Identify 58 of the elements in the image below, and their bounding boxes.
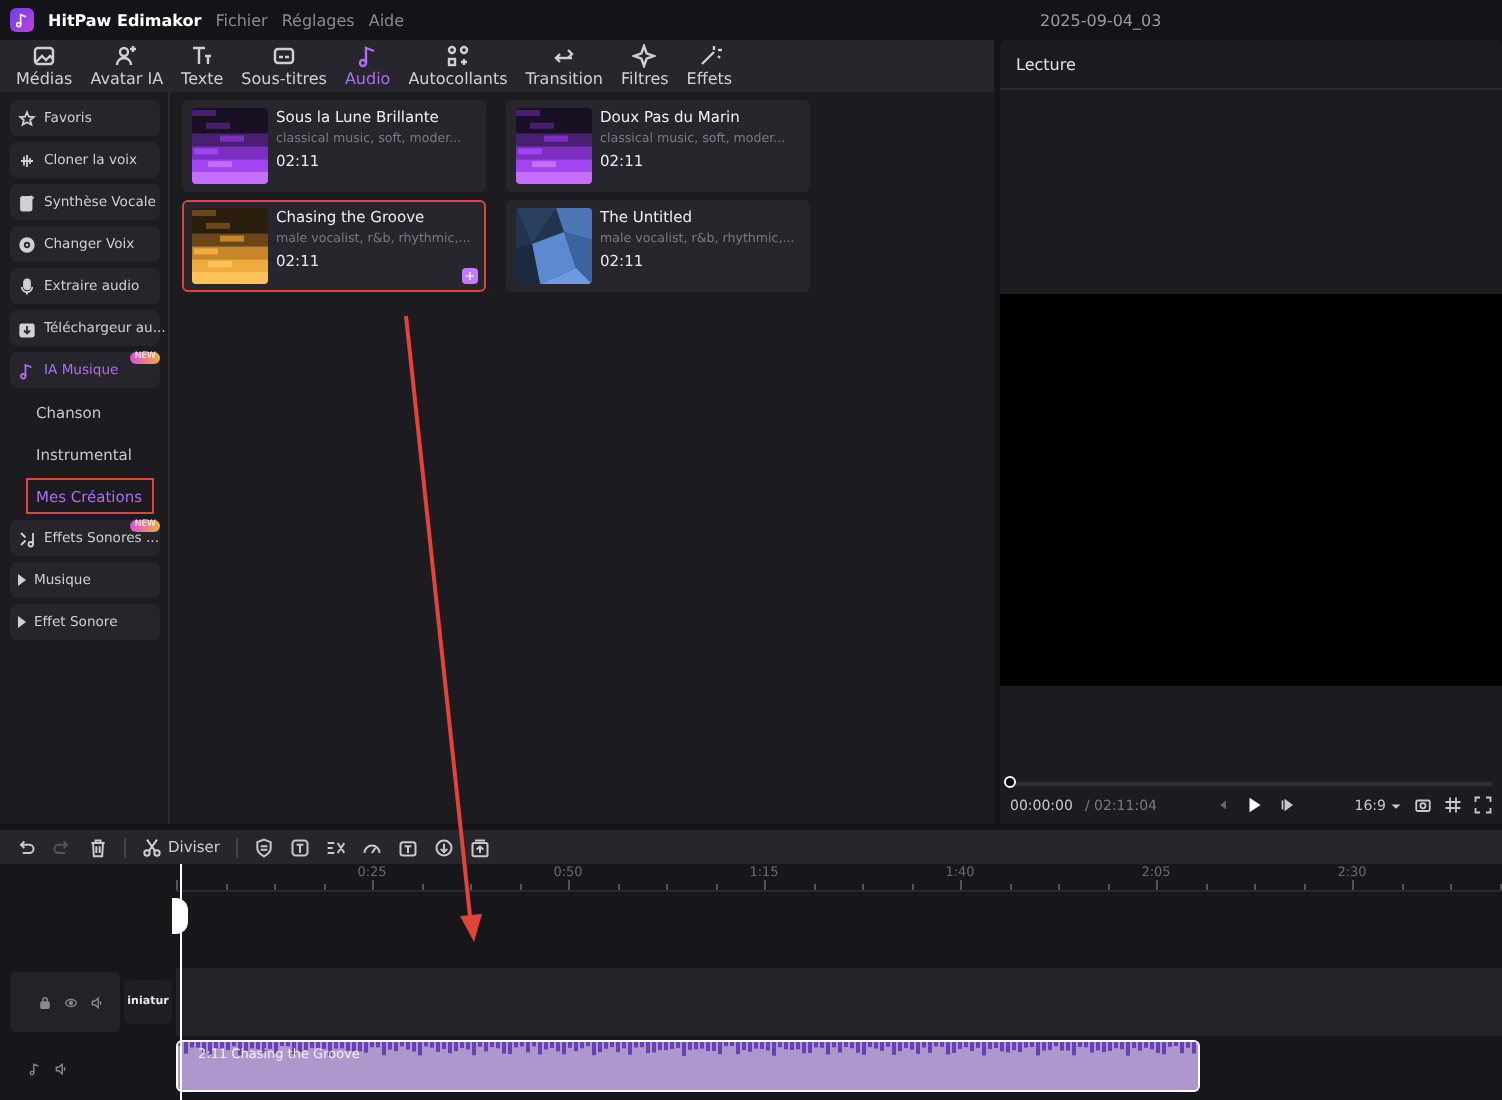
project-name: 2025-09-04_03 (1040, 11, 1162, 29)
image-icon (32, 44, 57, 68)
toolbar-tab[interactable]: Audio (336, 40, 399, 92)
redo-icon (52, 837, 72, 857)
sparkle-icon (632, 44, 657, 68)
add-button[interactable] (462, 268, 478, 284)
speaker-icon (90, 995, 104, 1009)
document-icon (18, 193, 36, 211)
camera-icon (1414, 796, 1432, 814)
shield-icon (254, 837, 274, 857)
toolbar-tab[interactable]: Médias (8, 40, 81, 92)
expand-icon (18, 574, 26, 586)
waveform-icon (18, 151, 36, 169)
scissors-icon (142, 837, 162, 857)
plus-icon (464, 270, 476, 282)
toolbar-tab[interactable]: Texte (173, 40, 232, 92)
caret-icon (1390, 799, 1402, 811)
download-icon (434, 837, 454, 857)
toolbar-tab[interactable]: Transition (517, 40, 611, 92)
text-icon (190, 44, 215, 68)
toolbar-tab[interactable]: Sous-titres (233, 40, 335, 92)
next-frame-icon (1278, 796, 1297, 814)
crop-icon (326, 837, 346, 857)
fullscreen-icon (1474, 796, 1492, 814)
panel-title: Lecture (1000, 40, 1502, 90)
download-icon (18, 319, 36, 337)
speaker-icon (54, 1061, 68, 1075)
toolbar-tab[interactable]: Avatar IA (82, 40, 172, 92)
sticker-icon (446, 44, 470, 68)
arrows-icon (552, 44, 577, 68)
upload-icon (470, 837, 490, 857)
music-note-icon (18, 361, 36, 379)
toolbar-tab[interactable]: Filtres (612, 40, 677, 92)
eye-icon (64, 995, 78, 1009)
menu-item[interactable]: Fichier (215, 11, 268, 29)
menu-item[interactable]: Aide (368, 11, 405, 29)
magic-icon (697, 44, 722, 68)
grid-icon (1444, 796, 1462, 814)
undo-icon (16, 837, 36, 857)
star-icon (18, 109, 36, 127)
person-icon (114, 44, 139, 68)
caption-icon (272, 44, 297, 68)
app-name: HitPaw Edimakor (48, 11, 202, 29)
progress-thumb[interactable] (1004, 776, 1016, 788)
sound-effect-icon (18, 529, 36, 547)
toolbar-tab[interactable]: Autocollants (400, 40, 516, 92)
text-frame-icon (398, 837, 418, 857)
music-note-icon (355, 44, 380, 68)
expand-icon (18, 616, 26, 628)
playhead-handle[interactable] (172, 898, 188, 934)
text-box-icon (290, 837, 310, 857)
microphone-icon (18, 277, 36, 295)
delete-icon (88, 837, 108, 857)
lock-icon (38, 995, 52, 1009)
menu-item[interactable]: Réglages (281, 11, 355, 29)
record-icon (18, 235, 36, 253)
toolbar-tab[interactable]: Effets (678, 40, 741, 92)
music-note-icon (28, 1061, 42, 1075)
